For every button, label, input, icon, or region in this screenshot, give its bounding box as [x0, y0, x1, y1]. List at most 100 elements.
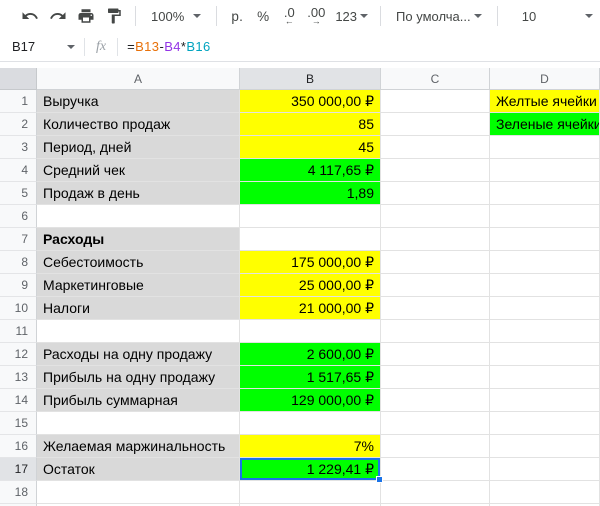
cell-D8[interactable]: [490, 251, 600, 274]
cell-A7[interactable]: Расходы: [37, 228, 240, 251]
cell-B7[interactable]: [240, 228, 381, 251]
cell-A9[interactable]: Маркетинговые: [37, 274, 240, 297]
cell-D2[interactable]: Зеленые ячейки: [490, 113, 600, 136]
row-header-10[interactable]: 10: [0, 297, 37, 320]
column-header-d[interactable]: D: [490, 68, 600, 90]
select-all-corner[interactable]: [0, 68, 37, 90]
zoom-dropdown[interactable]: 100%: [143, 3, 209, 29]
row-header-15[interactable]: 15: [0, 412, 37, 435]
cell-B1[interactable]: 350 000,00 ₽: [240, 90, 381, 113]
cell-B9[interactable]: 25 000,00 ₽: [240, 274, 381, 297]
row-header-3[interactable]: 3: [0, 136, 37, 159]
cell-D5[interactable]: [490, 182, 600, 205]
cell-B11[interactable]: [240, 320, 381, 343]
cell-A1[interactable]: Выручка: [37, 90, 240, 113]
cell-B4[interactable]: 4 117,65 ₽: [240, 159, 381, 182]
cell-D10[interactable]: [490, 297, 600, 320]
cell-D15[interactable]: [490, 412, 600, 435]
fill-handle[interactable]: [376, 476, 383, 483]
decrease-decimals-button[interactable]: .0 ←: [276, 3, 302, 29]
cell-C13[interactable]: [381, 366, 490, 389]
cell-D14[interactable]: [490, 389, 600, 412]
cell-D12[interactable]: [490, 343, 600, 366]
row-header-9[interactable]: 9: [0, 274, 37, 297]
cell-A3[interactable]: Период, дней: [37, 136, 240, 159]
cell-D1[interactable]: Желтые ячейки: [490, 90, 600, 113]
cell-C7[interactable]: [381, 228, 490, 251]
formula-input[interactable]: =B13-B4*B16: [118, 39, 211, 54]
row-header-8[interactable]: 8: [0, 251, 37, 274]
row-header-14[interactable]: 14: [0, 389, 37, 412]
cell-A13[interactable]: Прибыль на одну продажу: [37, 366, 240, 389]
cell-C18[interactable]: [381, 481, 490, 504]
cell-D17[interactable]: [490, 458, 600, 481]
cell-A11[interactable]: [37, 320, 240, 343]
cell-A18[interactable]: [37, 481, 240, 504]
row-header-16[interactable]: 16: [0, 435, 37, 458]
row-header-11[interactable]: 11: [0, 320, 37, 343]
cell-C5[interactable]: [381, 182, 490, 205]
cell-B14[interactable]: 129 000,00 ₽: [240, 389, 381, 412]
cell-D11[interactable]: [490, 320, 600, 343]
cell-C3[interactable]: [381, 136, 490, 159]
number-format-dropdown[interactable]: 123: [330, 3, 373, 29]
name-box[interactable]: B17: [0, 39, 84, 54]
row-header-12[interactable]: 12: [0, 343, 37, 366]
cell-B15[interactable]: [240, 412, 381, 435]
cell-C8[interactable]: [381, 251, 490, 274]
cell-C4[interactable]: [381, 159, 490, 182]
cell-A5[interactable]: Продаж в день: [37, 182, 240, 205]
cell-B3[interactable]: 45: [240, 136, 381, 159]
cell-A4[interactable]: Средний чек: [37, 159, 240, 182]
cell-C16[interactable]: [381, 435, 490, 458]
row-header-5[interactable]: 5: [0, 182, 37, 205]
cell-D3[interactable]: [490, 136, 600, 159]
row-header-6[interactable]: 6: [0, 205, 37, 228]
cell-A16[interactable]: Желаемая маржинальность: [37, 435, 240, 458]
row-header-4[interactable]: 4: [0, 159, 37, 182]
cell-C2[interactable]: [381, 113, 490, 136]
cell-B16[interactable]: 7%: [240, 435, 381, 458]
cell-B13[interactable]: 1 517,65 ₽: [240, 366, 381, 389]
cell-D4[interactable]: [490, 159, 600, 182]
cell-B12[interactable]: 2 600,00 ₽: [240, 343, 381, 366]
cell-D6[interactable]: [490, 205, 600, 228]
font-family-dropdown[interactable]: По умолча...: [388, 3, 490, 29]
column-header-a[interactable]: A: [37, 68, 240, 90]
cell-A12[interactable]: Расходы на одну продажу: [37, 343, 240, 366]
cell-B10[interactable]: 21 000,00 ₽: [240, 297, 381, 320]
currency-format-button[interactable]: р.: [224, 3, 250, 29]
increase-decimals-button[interactable]: .00 →: [302, 3, 330, 29]
cell-D13[interactable]: [490, 366, 600, 389]
font-size-value[interactable]: 10: [505, 3, 553, 29]
cell-A17[interactable]: Остаток: [37, 458, 240, 481]
column-header-b[interactable]: B: [240, 68, 381, 90]
cell-A15[interactable]: [37, 412, 240, 435]
cell-C17[interactable]: [381, 458, 490, 481]
redo-button[interactable]: [44, 3, 72, 29]
cell-B2[interactable]: 85: [240, 113, 381, 136]
percent-format-button[interactable]: %: [250, 3, 276, 29]
cell-C1[interactable]: [381, 90, 490, 113]
cell-D9[interactable]: [490, 274, 600, 297]
cell-A8[interactable]: Себестоимость: [37, 251, 240, 274]
cell-A6[interactable]: [37, 205, 240, 228]
cell-B17[interactable]: 1 229,41 ₽: [240, 458, 383, 483]
row-header-7[interactable]: 7: [0, 228, 37, 251]
cell-A14[interactable]: Прибыль суммарная: [37, 389, 240, 412]
cell-D16[interactable]: [490, 435, 600, 458]
cell-C10[interactable]: [381, 297, 490, 320]
cell-B18[interactable]: [240, 481, 381, 504]
cell-C6[interactable]: [381, 205, 490, 228]
cell-B5[interactable]: 1,89: [240, 182, 381, 205]
cell-A10[interactable]: Налоги: [37, 297, 240, 320]
row-header-17[interactable]: 17: [0, 458, 37, 481]
row-header-18[interactable]: 18: [0, 481, 37, 504]
print-button[interactable]: [72, 3, 100, 29]
cell-C9[interactable]: [381, 274, 490, 297]
cell-A2[interactable]: Количество продаж: [37, 113, 240, 136]
row-header-1[interactable]: 1: [0, 90, 37, 113]
cell-D7[interactable]: [490, 228, 600, 251]
cell-C15[interactable]: [381, 412, 490, 435]
cell-B6[interactable]: [240, 205, 381, 228]
